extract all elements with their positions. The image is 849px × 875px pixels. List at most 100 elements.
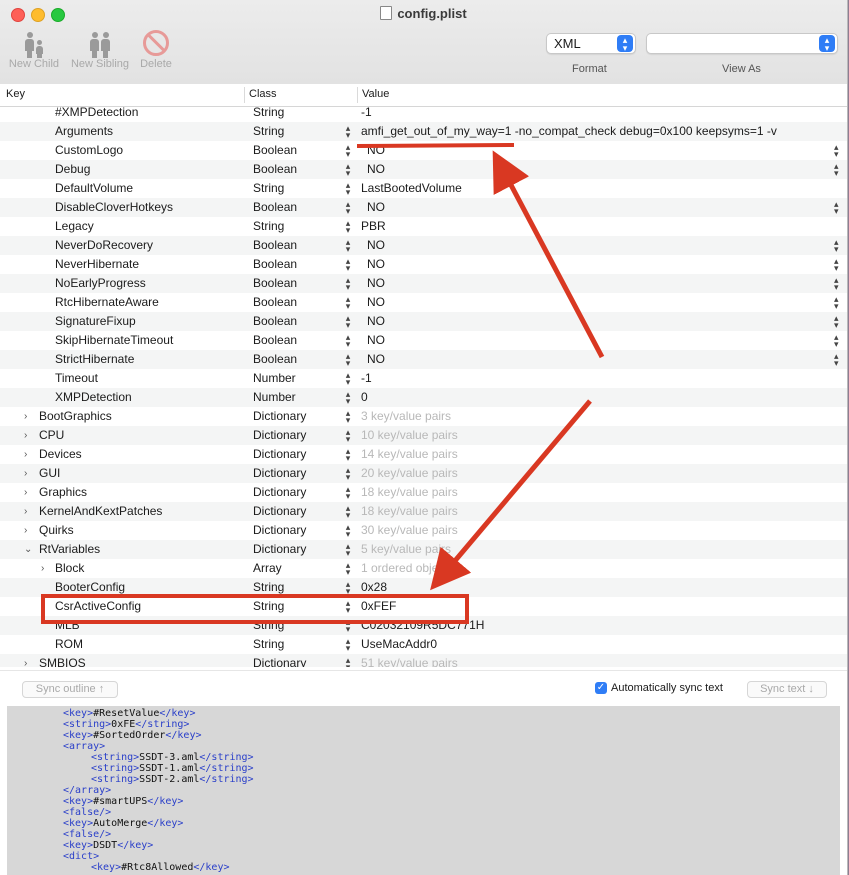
class-stepper-icon[interactable]: ▴ ▾ xyxy=(344,485,352,501)
outline-row[interactable]: › BootGraphics Dictionary ▴ ▾ 3 key/value pai… xyxy=(0,407,847,426)
class-stepper-icon[interactable]: ▴ ▾ xyxy=(344,523,352,539)
chevron-down-icon[interactable]: ⌄ xyxy=(24,540,32,559)
row-key[interactable]: SMBIOS xyxy=(39,654,86,667)
value-stepper-icon[interactable]: ▴ ▾ xyxy=(834,200,839,216)
row-value[interactable]: NO xyxy=(367,198,385,217)
row-value[interactable]: NO xyxy=(367,160,385,179)
row-class[interactable]: Number xyxy=(253,369,296,388)
row-value[interactable]: 18 key/value pairs xyxy=(361,502,458,521)
outline-row[interactable]: #XMPDetection String -1 xyxy=(0,107,847,122)
row-key[interactable]: Arguments xyxy=(55,122,113,141)
plist-outline[interactable]: #XMPDetection String -1 Arguments String ▴ ▾ am… xyxy=(0,107,847,667)
row-key[interactable]: NoEarlyProgress xyxy=(55,274,146,293)
row-value[interactable]: NO xyxy=(367,274,385,293)
class-stepper-icon[interactable]: ▴ ▾ xyxy=(344,162,352,178)
row-value[interactable]: NO xyxy=(367,293,385,312)
row-key[interactable]: Legacy xyxy=(55,217,94,236)
row-key[interactable]: NeverHibernate xyxy=(55,255,139,274)
row-value[interactable]: 30 key/value pairs xyxy=(361,521,458,540)
outline-row[interactable]: › GUI Dictionary ▴ ▾ 20 key/value pairs xyxy=(0,464,847,483)
row-class[interactable]: Dictionary xyxy=(253,426,306,445)
row-key[interactable]: Debug xyxy=(55,160,90,179)
chevron-right-icon[interactable]: › xyxy=(24,407,27,426)
value-stepper-icon[interactable]: ▴ ▾ xyxy=(834,143,839,159)
row-key[interactable]: Devices xyxy=(39,445,82,464)
class-stepper-icon[interactable]: ▴ ▾ xyxy=(344,466,352,482)
row-key[interactable]: BootGraphics xyxy=(39,407,112,426)
value-stepper-icon[interactable]: ▴ ▾ xyxy=(834,257,839,273)
chevron-right-icon[interactable]: › xyxy=(24,521,27,540)
class-stepper-icon[interactable]: ▴ ▾ xyxy=(344,561,352,577)
row-value[interactable]: -1 xyxy=(361,369,372,388)
row-key[interactable]: CPU xyxy=(39,426,64,445)
row-class[interactable]: Dictionary xyxy=(253,483,306,502)
class-stepper-icon[interactable]: ▴ ▾ xyxy=(344,333,352,349)
class-stepper-icon[interactable]: ▴ ▾ xyxy=(344,447,352,463)
outline-row[interactable]: RtcHibernateAware Boolean ▴ ▾ NO ▴ ▾ xyxy=(0,293,847,312)
row-class[interactable]: Number xyxy=(253,388,296,407)
outline-row[interactable]: › SMBIOS Dictionary ▴ ▾ 51 key/value pairs xyxy=(0,654,847,667)
outline-row[interactable]: StrictHibernate Boolean ▴ ▾ NO ▴ ▾ xyxy=(0,350,847,369)
chevron-right-icon[interactable]: › xyxy=(24,502,27,521)
row-key[interactable]: SkipHibernateTimeout xyxy=(55,331,173,350)
row-class[interactable]: String xyxy=(253,217,284,236)
row-class[interactable]: Dictionary xyxy=(253,540,306,559)
row-class[interactable]: Boolean xyxy=(253,293,297,312)
row-key[interactable]: DefaultVolume xyxy=(55,179,133,198)
value-stepper-icon[interactable]: ▴ ▾ xyxy=(834,314,839,330)
class-stepper-icon[interactable]: ▴ ▾ xyxy=(344,143,352,159)
class-stepper-icon[interactable]: ▴ ▾ xyxy=(344,580,352,596)
outline-row[interactable]: XMPDetection Number ▴ ▾ 0 xyxy=(0,388,847,407)
chevron-right-icon[interactable]: › xyxy=(41,559,44,578)
class-stepper-icon[interactable]: ▴ ▾ xyxy=(344,409,352,425)
outline-row[interactable]: ⌄ RtVariables Dictionary ▴ ▾ 5 key/value pair… xyxy=(0,540,847,559)
outline-row[interactable]: Arguments String ▴ ▾ amfi_get_out_of_my_way=… xyxy=(0,122,847,141)
auto-sync-checkbox[interactable]: ✓ xyxy=(595,682,607,694)
row-class[interactable]: Dictionary xyxy=(253,654,306,667)
row-class[interactable]: Boolean xyxy=(253,141,297,160)
row-key[interactable]: GUI xyxy=(39,464,60,483)
outline-row[interactable]: › Block Array ▴ ▾ 1 ordered object xyxy=(0,559,847,578)
class-stepper-icon[interactable]: ▴ ▾ xyxy=(344,428,352,444)
outline-row[interactable]: Legacy String ▴ ▾ PBR xyxy=(0,217,847,236)
format-popup[interactable]: XML ▴ ▾ xyxy=(546,33,636,54)
class-stepper-icon[interactable]: ▴ ▾ xyxy=(344,371,352,387)
row-value[interactable]: NO xyxy=(367,331,385,350)
value-stepper-icon[interactable]: ▴ ▾ xyxy=(834,333,839,349)
outline-row[interactable]: SkipHibernateTimeout Boolean ▴ ▾ NO ▴ ▾ xyxy=(0,331,847,350)
row-key[interactable]: ROM xyxy=(55,635,83,654)
row-class[interactable]: Array xyxy=(253,559,282,578)
outline-row[interactable]: DefaultVolume String ▴ ▾ LastBootedVolume xyxy=(0,179,847,198)
class-stepper-icon[interactable]: ▴ ▾ xyxy=(344,352,352,368)
row-key[interactable]: Graphics xyxy=(39,483,87,502)
row-value[interactable]: NO xyxy=(367,350,385,369)
value-stepper-icon[interactable]: ▴ ▾ xyxy=(834,162,839,178)
new-child-button[interactable]: New Child xyxy=(6,30,62,70)
class-stepper-icon[interactable]: ▴ ▾ xyxy=(344,200,352,216)
row-class[interactable]: String xyxy=(253,122,284,141)
outline-row[interactable]: › Quirks Dictionary ▴ ▾ 30 key/value pairs xyxy=(0,521,847,540)
row-key[interactable]: #XMPDetection xyxy=(55,107,138,122)
column-header-key[interactable]: Key xyxy=(6,88,25,100)
outline-row[interactable]: CustomLogo Boolean ▴ ▾ NO ▴ ▾ xyxy=(0,141,847,160)
view-as-popup[interactable]: ▴ ▾ xyxy=(646,33,838,54)
row-value[interactable]: NO xyxy=(367,255,385,274)
row-class[interactable]: Dictionary xyxy=(253,407,306,426)
value-stepper-icon[interactable]: ▴ ▾ xyxy=(834,352,839,368)
outline-row[interactable]: Debug Boolean ▴ ▾ NO ▴ ▾ xyxy=(0,160,847,179)
row-value[interactable]: 18 key/value pairs xyxy=(361,483,458,502)
new-sibling-button[interactable]: New Sibling xyxy=(68,30,132,70)
chevron-right-icon[interactable]: › xyxy=(24,464,27,483)
row-value[interactable]: 51 key/value pairs xyxy=(361,654,458,667)
class-stepper-icon[interactable]: ▴ ▾ xyxy=(344,276,352,292)
row-class[interactable]: Boolean xyxy=(253,236,297,255)
row-value[interactable]: NO xyxy=(367,312,385,331)
row-value[interactable]: NO xyxy=(367,236,385,255)
row-value[interactable]: 10 key/value pairs xyxy=(361,426,458,445)
row-class[interactable]: Boolean xyxy=(253,274,297,293)
row-value[interactable]: -1 xyxy=(361,107,372,122)
row-class[interactable]: Boolean xyxy=(253,198,297,217)
row-key[interactable]: Quirks xyxy=(39,521,74,540)
chevron-right-icon[interactable]: › xyxy=(24,445,27,464)
row-class[interactable]: String xyxy=(253,179,284,198)
